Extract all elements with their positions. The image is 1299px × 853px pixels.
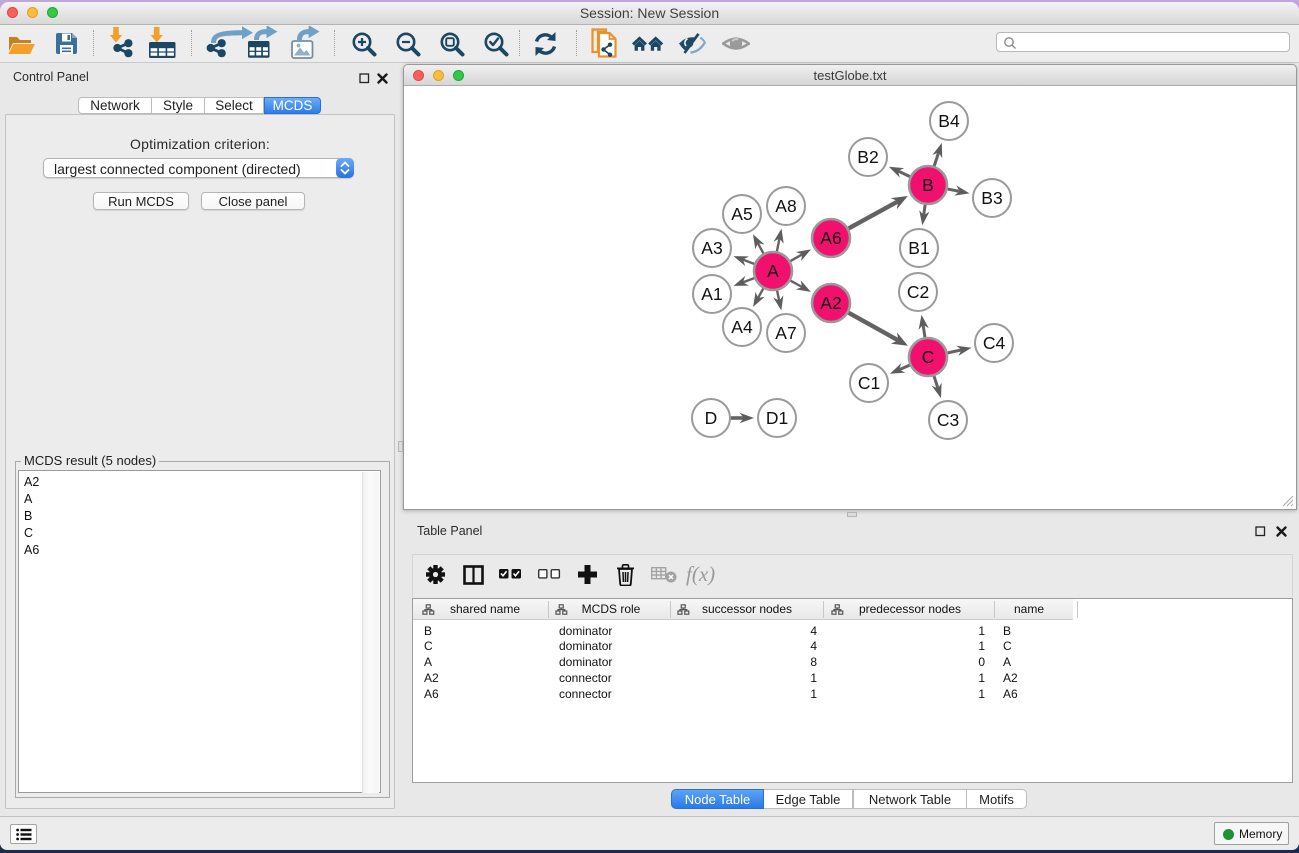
svg-text:B1: B1 bbox=[908, 238, 929, 258]
svg-text:D1: D1 bbox=[766, 408, 788, 428]
svg-text:C2: C2 bbox=[907, 282, 929, 302]
svg-text:C3: C3 bbox=[937, 410, 959, 430]
svg-text:A: A bbox=[767, 261, 779, 281]
svg-text:C: C bbox=[922, 347, 935, 367]
svg-text:C4: C4 bbox=[983, 333, 1006, 353]
svg-text:B2: B2 bbox=[857, 147, 878, 167]
svg-text:A4: A4 bbox=[731, 317, 753, 337]
svg-text:A5: A5 bbox=[731, 204, 752, 224]
svg-text:B: B bbox=[922, 175, 934, 195]
svg-text:A7: A7 bbox=[775, 323, 796, 343]
svg-text:C1: C1 bbox=[858, 373, 880, 393]
svg-text:A3: A3 bbox=[701, 238, 722, 258]
svg-text:A8: A8 bbox=[775, 196, 796, 216]
svg-text:D: D bbox=[705, 408, 718, 428]
svg-text:A2: A2 bbox=[820, 293, 841, 313]
svg-text:B3: B3 bbox=[981, 188, 1002, 208]
svg-text:A1: A1 bbox=[701, 284, 722, 304]
svg-text:A6: A6 bbox=[820, 228, 841, 248]
svg-text:B4: B4 bbox=[938, 111, 960, 131]
